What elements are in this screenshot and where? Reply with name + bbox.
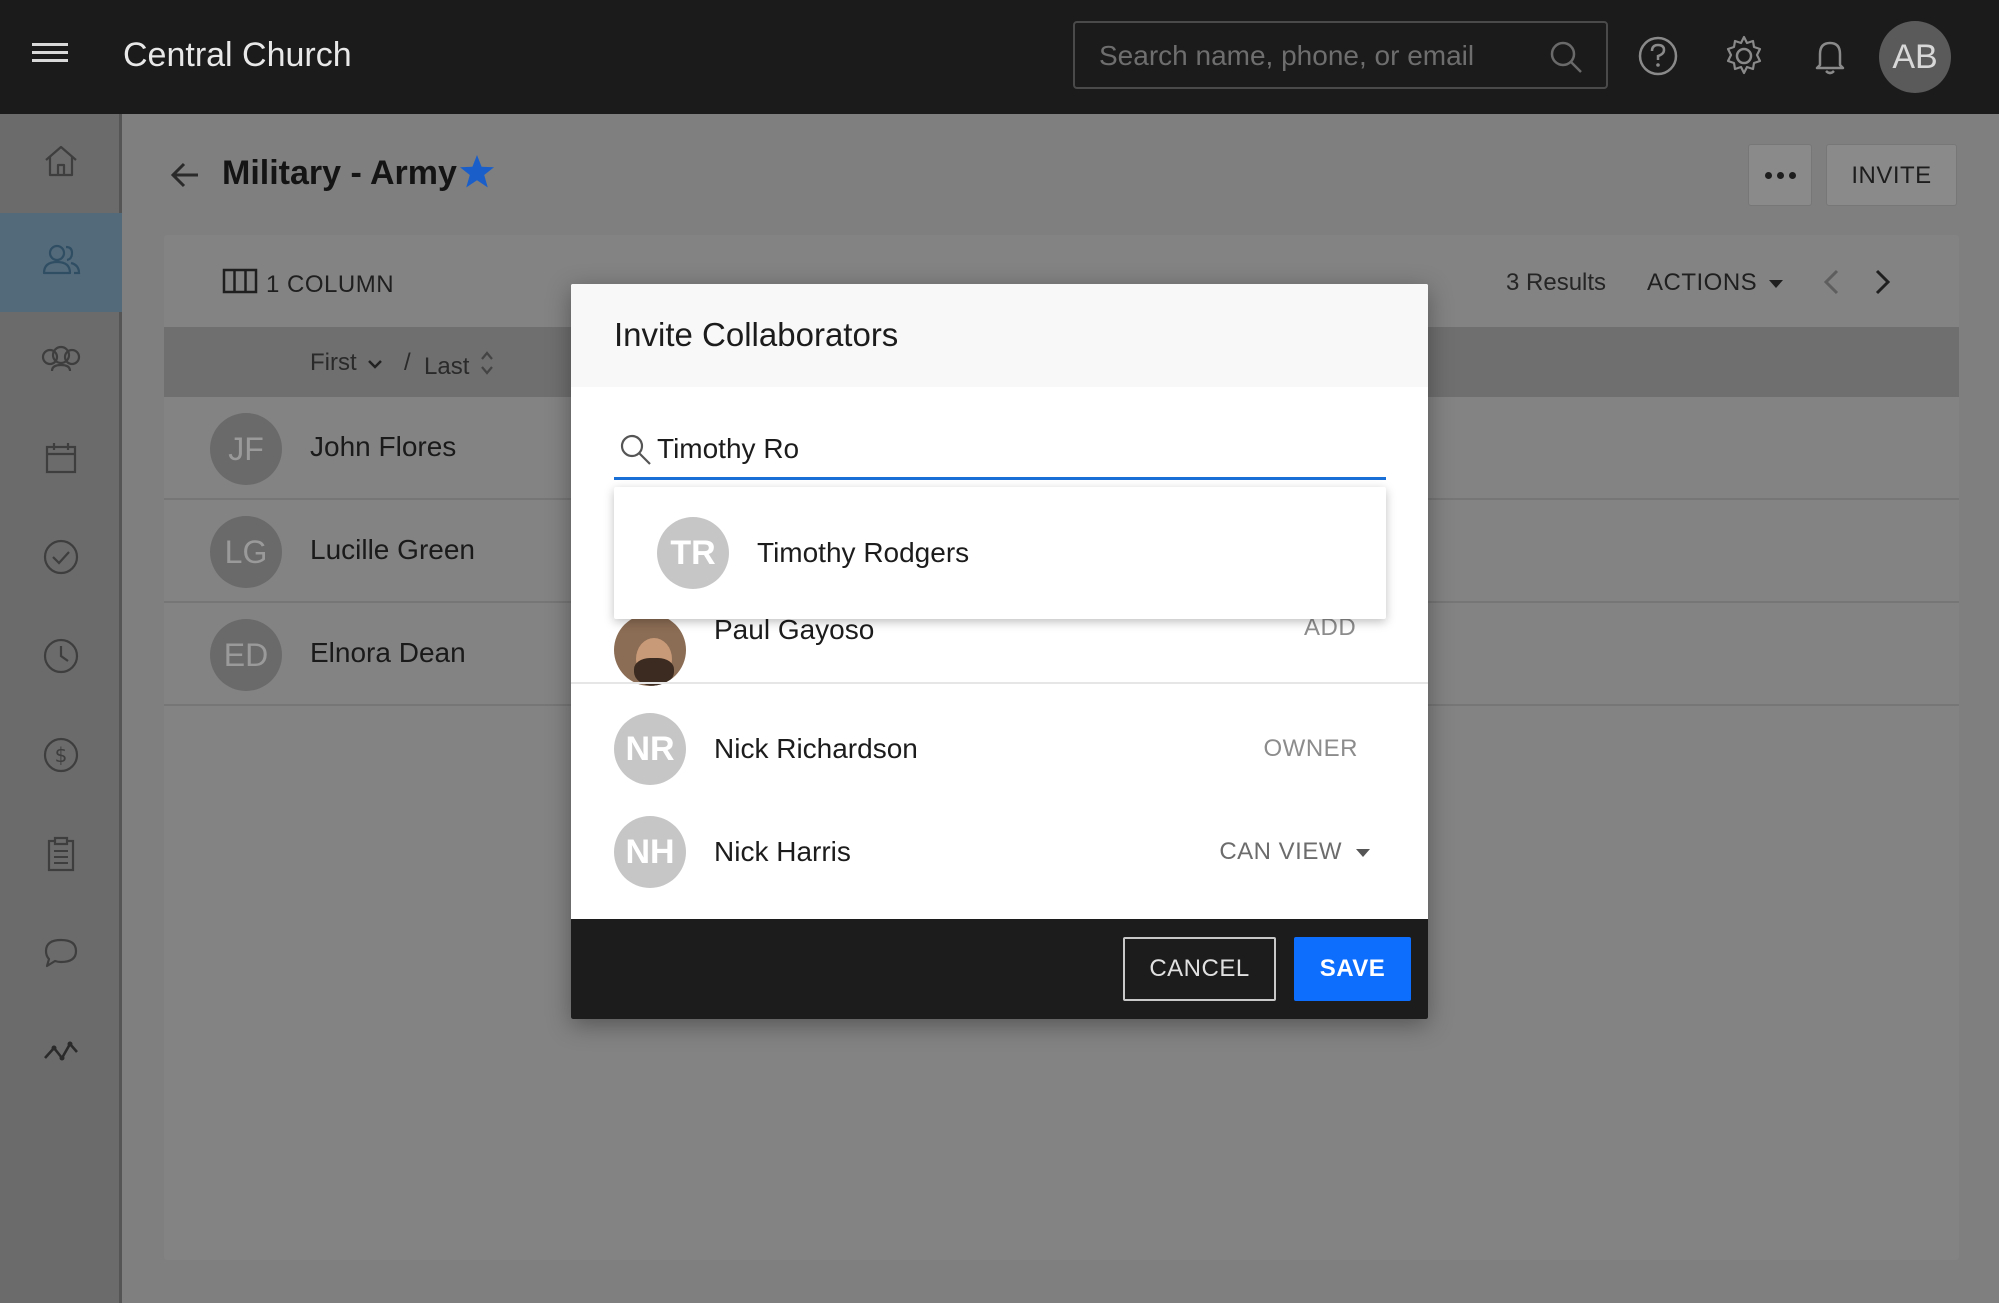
person-name: Lucille Green (310, 534, 475, 565)
suggestion-name: Timothy Rodgers (757, 537, 970, 568)
sidebar-item-messages[interactable] (0, 906, 122, 1005)
avatar: LG (210, 516, 282, 588)
cancel-button[interactable]: CANCEL (1123, 937, 1276, 1001)
invite-collaborators-modal: Invite Collaborators Paul Gayoso ADD NR … (571, 284, 1428, 1019)
home-icon (41, 141, 81, 186)
caret-down-icon (1354, 838, 1372, 866)
sidebar-item-checkins[interactable] (0, 609, 122, 708)
actions-label: ACTIONS (1647, 269, 1758, 296)
sort-icon (479, 349, 495, 384)
global-search[interactable] (1073, 21, 1608, 89)
people-icon (40, 240, 82, 285)
sidebar-item-people[interactable] (0, 213, 122, 312)
user-avatar[interactable]: AB (1879, 21, 1951, 93)
invite-button[interactable]: INVITE (1826, 144, 1957, 206)
help-icon[interactable] (1636, 34, 1680, 78)
avatar: NR (614, 713, 686, 785)
add-button[interactable]: ADD (1304, 614, 1356, 650)
sort-separator: / (404, 349, 411, 376)
save-button[interactable]: SAVE (1294, 937, 1411, 1001)
modal-title: Invite Collaborators (614, 316, 899, 353)
results-count: 3 Results (1506, 269, 1607, 296)
gear-icon[interactable] (1722, 34, 1766, 78)
sidebar-item-home[interactable] (0, 114, 122, 213)
collaborator-name: Nick Harris (714, 836, 851, 867)
sidebar-item-reports[interactable] (0, 1005, 122, 1104)
columns-button[interactable]: 1 COLUMN (222, 268, 394, 301)
sidebar-item-tasks[interactable] (0, 510, 122, 609)
collaborator-search-input[interactable] (657, 428, 1357, 470)
avatar: JF (210, 413, 282, 485)
search-icon (618, 432, 654, 473)
role-label: OWNER (1263, 735, 1358, 762)
search-suggestions: TR Timothy Rodgers (614, 487, 1386, 619)
search-icon[interactable] (1548, 39, 1584, 80)
top-bar: Central Church AB (0, 0, 1999, 114)
check-circle-icon (41, 537, 81, 582)
collaborator-name: Nick Richardson (714, 733, 918, 764)
actions-dropdown[interactable]: ACTIONS (1647, 269, 1785, 297)
person-name: John Flores (310, 431, 457, 462)
sort-last-name[interactable]: Last (424, 349, 495, 384)
pending-collaborator-name: Paul Gayoso (714, 614, 875, 645)
more-options-button[interactable] (1748, 144, 1812, 206)
collaborator-row: NH Nick Harris CAN VIEW (614, 816, 1386, 888)
chevron-left-icon[interactable] (1820, 267, 1844, 302)
star-icon[interactable] (458, 153, 496, 196)
page-title: Military - Army (222, 154, 457, 192)
sidebar-item-groups[interactable] (0, 312, 122, 411)
app-title: Central Church (123, 36, 352, 74)
avatar: ED (210, 619, 282, 691)
menu-icon[interactable] (32, 43, 68, 71)
chat-icon (40, 933, 82, 978)
sidebar-item-forms[interactable] (0, 807, 122, 906)
svg-text:$: $ (55, 743, 68, 767)
permission-label: CAN VIEW (1219, 838, 1342, 865)
columns-label: 1 COLUMN (266, 270, 395, 298)
collaborator-row: NR Nick Richardson OWNER (614, 713, 1386, 785)
clock-icon (41, 636, 81, 681)
dollar-icon: $ (41, 735, 81, 780)
suggestion-item[interactable]: TR Timothy Rodgers (614, 487, 1386, 619)
clipboard-icon (41, 834, 81, 879)
groups-icon (38, 339, 84, 384)
sidebar-item-calendar[interactable] (0, 411, 122, 510)
modal-header: Invite Collaborators (571, 284, 1428, 387)
chevron-right-icon[interactable] (1870, 267, 1894, 302)
person-name: Elnora Dean (310, 637, 466, 668)
global-search-input[interactable] (1099, 37, 1539, 75)
avatar (614, 614, 686, 686)
avatar: NH (614, 816, 686, 888)
sort-first-label: First (310, 349, 357, 376)
analytics-icon (40, 1032, 82, 1077)
sort-first-name[interactable]: First (310, 349, 383, 377)
avatar: TR (657, 517, 729, 589)
sidebar: $ (0, 114, 122, 1303)
bell-icon[interactable] (1808, 34, 1852, 78)
divider (571, 682, 1428, 684)
permission-dropdown[interactable]: CAN VIEW (1219, 838, 1372, 866)
collaborator-search[interactable] (614, 424, 1386, 480)
sort-last-label: Last (424, 352, 470, 380)
back-arrow-icon[interactable] (168, 157, 204, 198)
modal-footer: CANCEL SAVE (571, 919, 1428, 1019)
sidebar-item-giving[interactable]: $ (0, 708, 122, 807)
caret-down-icon (1767, 269, 1785, 297)
columns-icon (222, 268, 258, 301)
chevron-down-icon (367, 349, 383, 377)
calendar-icon (41, 438, 81, 483)
